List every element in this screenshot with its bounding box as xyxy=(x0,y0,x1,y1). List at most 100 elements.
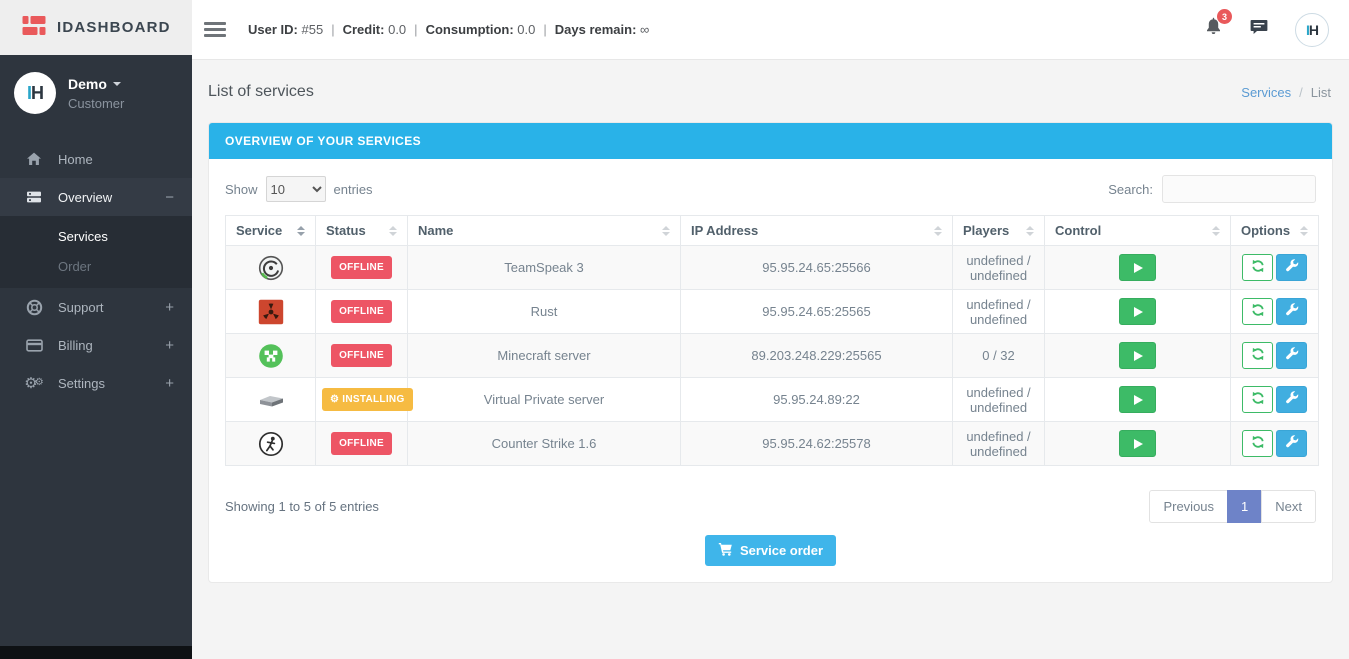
column-header-service[interactable]: Service xyxy=(225,215,316,246)
ip-cell: 95.95.24.65:25566 xyxy=(680,245,953,290)
user-role: Customer xyxy=(68,95,125,111)
service-cell xyxy=(225,245,316,290)
control-cell xyxy=(1044,377,1231,422)
app-logo[interactable]: IDASHBOARD xyxy=(0,0,192,55)
user-avatar[interactable]: IH xyxy=(1295,12,1329,47)
play-icon xyxy=(1134,306,1143,317)
control-cell xyxy=(1044,421,1231,466)
services-panel: OVERVIEW OF YOUR SERVICES Show 10 entrie… xyxy=(208,122,1333,583)
column-header-name[interactable]: Name xyxy=(407,215,681,246)
sidebar-item-settings[interactable]: ⚙ ⚙ Settings + xyxy=(0,364,192,402)
manage-button[interactable] xyxy=(1276,298,1307,325)
sort-icon xyxy=(1026,225,1034,236)
options-cell xyxy=(1230,289,1319,334)
service-order-button[interactable]: Service order xyxy=(704,535,837,566)
table-row: ⚙OFFLINE Minecraft server 89.203.248.229… xyxy=(225,333,1319,378)
main-content: List of services Services / List OVERVIE… xyxy=(192,60,1349,659)
play-icon xyxy=(1134,438,1143,449)
rust-icon xyxy=(258,299,284,325)
breadcrumb-services-link[interactable]: Services xyxy=(1241,85,1291,100)
sidebar-item-support[interactable]: Support + xyxy=(0,288,192,326)
wrench-icon xyxy=(1285,435,1299,452)
status-badge: ⚙OFFLINE xyxy=(331,344,392,367)
home-icon xyxy=(25,151,43,167)
column-header-control[interactable]: Control xyxy=(1044,215,1231,246)
server-icon xyxy=(25,189,43,205)
column-header-ip[interactable]: IP Address xyxy=(680,215,953,246)
start-button[interactable] xyxy=(1119,298,1156,325)
status-cell: ⚙ INSTALLING xyxy=(315,377,413,422)
players-cell: undefined / undefined xyxy=(952,289,1045,334)
status-cell: ⚙OFFLINE xyxy=(315,333,408,378)
table-row: ⚙OFFLINE Counter Strike 1.6 95.95.24.62:… xyxy=(225,421,1319,466)
sort-icon xyxy=(1300,225,1308,236)
sort-icon xyxy=(389,225,397,236)
previous-page-button[interactable]: Previous xyxy=(1149,490,1229,523)
control-cell xyxy=(1044,289,1231,334)
refresh-button[interactable] xyxy=(1242,254,1273,281)
name-cell: Virtual Private server xyxy=(407,377,681,422)
wrench-icon xyxy=(1285,347,1299,364)
start-button[interactable] xyxy=(1119,342,1156,369)
expand-icon: + xyxy=(165,298,174,316)
table-row: ⚙OFFLINE TeamSpeak 3 95.95.24.65:25566 u… xyxy=(225,245,1319,290)
sidebar-item-services[interactable]: Services xyxy=(0,221,192,251)
search-input[interactable] xyxy=(1162,175,1316,203)
chat-icon xyxy=(1250,19,1268,40)
ip-cell: 95.95.24.65:25565 xyxy=(680,289,953,334)
app-root: IDASHBOARD IH Demo Customer Home Overvie… xyxy=(0,0,1349,659)
manage-button[interactable] xyxy=(1276,254,1307,281)
page-size-select[interactable]: 10 xyxy=(265,176,326,202)
status-badge: ⚙OFFLINE xyxy=(331,432,392,455)
play-icon xyxy=(1134,350,1143,361)
brand-server-icon xyxy=(22,15,46,41)
sidebar-item-order[interactable]: Order xyxy=(0,251,192,281)
service-cell xyxy=(225,333,316,378)
ip-cell: 95.95.24.89:22 xyxy=(680,377,953,422)
manage-button[interactable] xyxy=(1276,342,1307,369)
options-cell xyxy=(1230,245,1319,290)
players-cell: undefined / undefined xyxy=(952,421,1045,466)
players-cell: undefined / undefined xyxy=(952,245,1045,290)
refresh-icon xyxy=(1251,259,1265,276)
minecraft-icon xyxy=(257,342,285,370)
column-header-status[interactable]: Status xyxy=(315,215,408,246)
next-page-button[interactable]: Next xyxy=(1261,490,1316,523)
sidebar-item-billing[interactable]: Billing + xyxy=(0,326,192,364)
sidebar-item-home[interactable]: Home xyxy=(0,140,192,178)
wrench-icon xyxy=(1285,259,1299,276)
manage-button[interactable] xyxy=(1276,386,1307,413)
start-button[interactable] xyxy=(1119,430,1156,457)
gears-icon: ⚙ ⚙ xyxy=(24,374,44,392)
name-cell: Rust xyxy=(407,289,681,334)
name-cell: TeamSpeak 3 xyxy=(407,245,681,290)
refresh-button[interactable] xyxy=(1242,386,1273,413)
messages-button[interactable] xyxy=(1250,19,1268,40)
start-button[interactable] xyxy=(1119,254,1156,281)
play-icon xyxy=(1134,394,1143,405)
notification-badge: 3 xyxy=(1217,9,1232,24)
expand-icon: + xyxy=(165,336,174,354)
notifications-button[interactable]: 3 xyxy=(1204,9,1232,42)
page-1-button[interactable]: 1 xyxy=(1227,490,1263,523)
column-header-options[interactable]: Options xyxy=(1230,215,1319,246)
refresh-button[interactable] xyxy=(1242,342,1273,369)
start-button[interactable] xyxy=(1119,386,1156,413)
players-cell: 0 / 32 xyxy=(952,333,1045,378)
options-cell xyxy=(1230,377,1319,422)
sort-icon xyxy=(1212,225,1220,236)
user-dropdown[interactable]: Demo xyxy=(68,76,124,92)
refresh-button[interactable] xyxy=(1242,298,1273,325)
refresh-icon xyxy=(1251,347,1265,364)
manage-button[interactable] xyxy=(1276,430,1307,457)
service-cell xyxy=(225,421,316,466)
refresh-button[interactable] xyxy=(1242,430,1273,457)
name-cell: Minecraft server xyxy=(407,333,681,378)
column-header-players[interactable]: Players xyxy=(952,215,1045,246)
sidebar-item-overview[interactable]: Overview − xyxy=(0,178,192,216)
caret-down-icon xyxy=(112,81,121,86)
menu-toggle-button[interactable] xyxy=(204,18,226,41)
expand-icon: + xyxy=(165,374,174,392)
refresh-icon xyxy=(1251,303,1265,320)
ip-cell: 89.203.248.229:25565 xyxy=(680,333,953,378)
